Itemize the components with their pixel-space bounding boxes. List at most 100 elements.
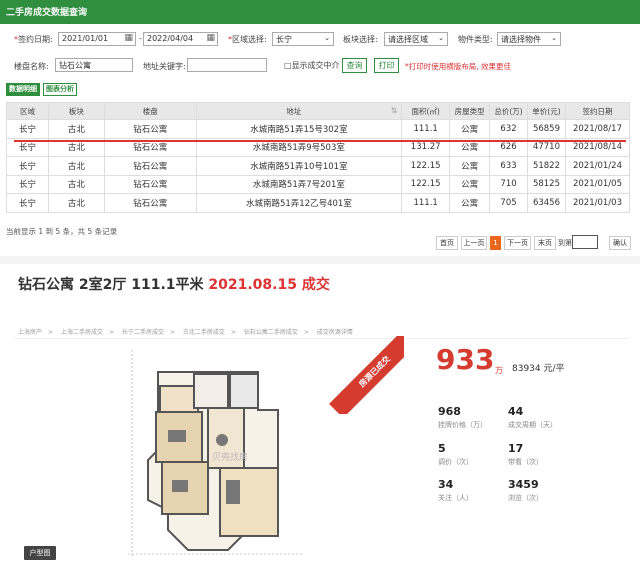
table-cell: 古北 [47, 156, 105, 176]
watermark: 贝壳找房 [212, 451, 248, 463]
table-cell: 632 [489, 119, 528, 139]
table-cell: 公寓 [449, 174, 491, 194]
section-divider [0, 256, 640, 264]
table-cell: 56859 [527, 119, 566, 139]
breadcrumb-item[interactable]: 长宁二手房成交 [122, 329, 164, 336]
floor-plan-label[interactable]: 户型图 [24, 546, 56, 560]
table-cell: 长宁 [6, 119, 49, 139]
breadcrumb-item[interactable]: 上海二手房成交 [61, 329, 103, 336]
breadcrumb-item[interactable]: 钻石公寓二手房成交 [244, 329, 298, 336]
table-cell: 钻石公寓 [103, 156, 197, 176]
chevron-down-icon: ⌄ [324, 34, 330, 42]
table-cell: 111.1 [401, 119, 451, 139]
table-cell: 111.1 [401, 193, 451, 213]
column-header[interactable]: 面积(㎡) [401, 102, 451, 120]
date-from-input[interactable]: 2021/01/01 ▦ [58, 32, 136, 46]
floor-plan-image[interactable]: 贝壳找房 [128, 350, 304, 558]
column-header[interactable]: 房屋类型 [449, 102, 491, 120]
listing-title: 钻石公寓 2室2厅 111.1平米 [18, 277, 204, 293]
table-cell: 古北 [47, 193, 105, 213]
agent-checkbox[interactable]: □显示成交中介 [284, 60, 340, 71]
table-cell: 长宁 [6, 174, 49, 194]
table-row[interactable]: 长宁 古北 钻石公寓 水城南路51弄7号201室 122.15 公寓 710 58125 202… [6, 174, 631, 194]
column-header[interactable]: 地址 ⇅ [195, 102, 403, 120]
building-input[interactable]: 钻石公寓 [55, 58, 133, 72]
table-cell: 51822 [527, 156, 566, 176]
breadcrumb-item[interactable]: 古北二手房成交 [183, 329, 225, 336]
stat-deal-cycle: 44 成交周期（天） [508, 405, 557, 429]
column-header[interactable]: 板块 [47, 102, 105, 120]
address-input[interactable] [187, 58, 267, 72]
goto-confirm-button[interactable]: 确认 [609, 236, 631, 250]
column-header[interactable]: 签约日期 [564, 102, 631, 120]
prev-page-button[interactable]: 上一页 [461, 236, 487, 250]
table-cell: 水城南路51弄7号201室 [195, 174, 403, 194]
property-type-label: 物件类型: [458, 35, 493, 44]
next-page-button[interactable]: 下一页 [504, 236, 531, 250]
query-button[interactable]: 查询 [342, 58, 367, 73]
column-header[interactable]: 区域 [6, 102, 49, 120]
breadcrumb: 上海房产 > 上海二手房成交 > 长宁二手房成交 > 古北二手房成交 > 钻石公寓二手房… [18, 329, 353, 336]
table-row[interactable]: 长宁 古北 钻石公寓 水城南路51弄10号101室 122.15 公寓 633 51822 20… [6, 156, 631, 176]
table-cell: 古北 [47, 174, 105, 194]
block-label: 板块选择: [343, 35, 378, 44]
deal-table: 区域 板块 楼盘 地址 ⇅ 面积(㎡) 房屋类型 总价(万) 单价(元) 签约日期… [6, 102, 631, 213]
region-label: *区域选择: [228, 35, 267, 44]
table-cell: 2021/01/03 [564, 193, 631, 213]
tab-data-detail[interactable]: 数据明细 [6, 83, 40, 96]
column-header[interactable]: 总价(万) [489, 102, 528, 120]
table-cell: 63456 [527, 193, 566, 213]
table-cell: 122.15 [401, 174, 451, 194]
stat-price-adjust: 5 调价（次） [438, 442, 473, 466]
calendar-icon[interactable]: ▦ [206, 33, 215, 43]
table-cell: 2021/01/05 [564, 174, 631, 194]
table-cell: 2021/01/24 [564, 156, 631, 176]
chevron-down-icon: ⌄ [438, 34, 444, 42]
sign-date-label: *签约日期: [14, 35, 53, 44]
building-label: 楼盘名称: [14, 62, 49, 71]
table-cell: 长宁 [6, 193, 49, 213]
table-cell: 58125 [527, 174, 566, 194]
highlight-underline [14, 140, 626, 142]
stat-viewings: 17 带看（次） [508, 442, 543, 466]
property-type-select[interactable]: 请选择物件 ⌄ [497, 32, 561, 46]
table-cell: 710 [489, 174, 528, 194]
table-row[interactable]: 长宁 古北 钻石公寓 水城南路51弄12乙号401室 111.1 公寓 705 63456 20… [6, 193, 631, 213]
header-bar: 二手房成交数据查询 [0, 0, 640, 24]
table-row[interactable]: 长宁 古北 钻石公寓 水城南路51弄15号302室 111.1 公寓 632 56859 202… [6, 119, 631, 139]
listing-headline: 钻石公寓 2室2厅 111.1平米 2021.08.15 成交 [18, 274, 330, 294]
unit-price: 83934 元/平 [512, 364, 565, 374]
sort-icon[interactable]: ⇅ [391, 106, 397, 115]
block-select[interactable]: 请选择区域 ⌄ [384, 32, 448, 46]
calendar-icon[interactable]: ▦ [124, 33, 133, 43]
address-label: 地址关键字: [143, 62, 186, 71]
region-select[interactable]: 长宁 ⌄ [272, 32, 334, 46]
stat-listing-price: 968 挂牌价格（万） [438, 405, 487, 429]
table-header: 区域 板块 楼盘 地址 ⇅ 面积(㎡) 房屋类型 总价(万) 单价(元) 签约日期 [6, 102, 631, 120]
price-unit: 万 [495, 366, 503, 375]
goto-label: 到第 [558, 239, 572, 247]
page-number-input[interactable] [572, 235, 598, 249]
deal-date: 2021.08.15 成交 [208, 277, 330, 293]
column-header[interactable]: 楼盘 [103, 102, 197, 120]
print-button[interactable]: 打印 [374, 58, 399, 73]
table-cell: 2021/08/17 [564, 119, 631, 139]
tab-chart-analysis[interactable]: 图表分析 [43, 83, 77, 96]
current-page[interactable]: 1 [490, 236, 501, 250]
breadcrumb-item[interactable]: 上海房产 [18, 329, 42, 336]
print-tip: *打印时使用横版布局, 效果更佳 [405, 62, 512, 71]
table-cell: 633 [489, 156, 528, 176]
column-header[interactable]: 单价(元) [527, 102, 566, 120]
table-cell: 公寓 [449, 156, 491, 176]
last-page-button[interactable]: 末页 [534, 236, 556, 250]
table-cell: 钻石公寓 [103, 119, 197, 139]
first-page-button[interactable]: 首页 [436, 236, 458, 250]
table-cell: 钻石公寓 [103, 174, 197, 194]
table-cell: 古北 [47, 119, 105, 139]
table-cell: 公寓 [449, 119, 491, 139]
page-title: 二手房成交数据查询 [6, 8, 88, 18]
date-to-input[interactable]: 2022/04/04 ▦ [143, 32, 218, 46]
table-cell: 长宁 [6, 156, 49, 176]
table-cell: 水城南路51弄10号101室 [195, 156, 403, 176]
table-cell: 水城南路51弄15号302室 [195, 119, 403, 139]
